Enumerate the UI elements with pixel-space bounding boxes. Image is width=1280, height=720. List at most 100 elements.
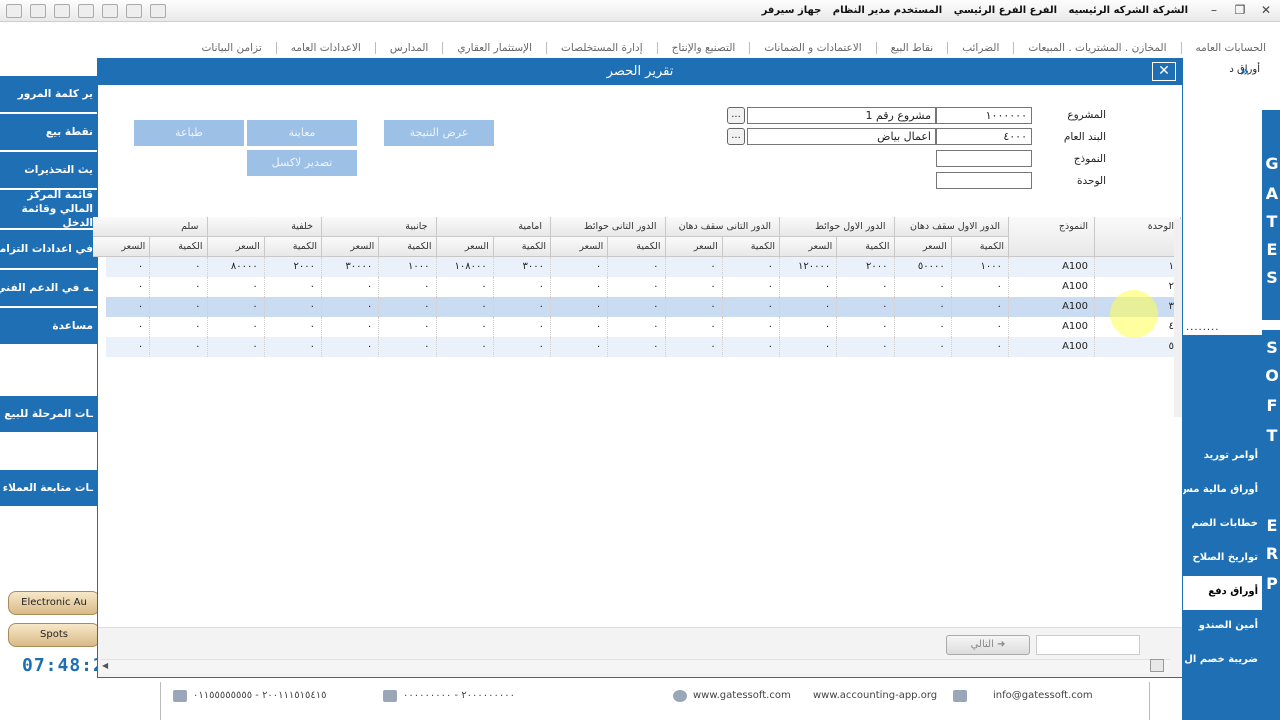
toolbar-icon[interactable] <box>126 4 142 18</box>
spots-button[interactable]: Spots <box>8 623 100 647</box>
cell-value[interactable]: ٠ <box>93 317 151 337</box>
cell-value[interactable]: ٠ <box>150 317 208 337</box>
grid-header-qty[interactable]: الكمية <box>493 237 551 257</box>
cell-value[interactable]: ٣٠٠٠ <box>494 257 551 277</box>
menu-item[interactable]: الاعتمادات و الضمانات <box>749 42 875 54</box>
cell-value[interactable]: ٠ <box>723 317 780 337</box>
cell-value[interactable]: ٠ <box>952 317 1009 337</box>
export-excel-button[interactable]: تصدير لاكسل <box>247 150 357 176</box>
double-chevron-icon[interactable]: » <box>1240 64 1249 80</box>
footer-email[interactable]: info@gatessoft.com <box>993 690 1093 701</box>
cell-value[interactable]: ٠ <box>837 277 895 297</box>
grid-header-qty[interactable]: الكمية <box>837 237 895 257</box>
right-item-payment-papers[interactable]: أوراق دفع <box>1182 576 1262 610</box>
page-field[interactable] <box>1036 635 1140 655</box>
cell-value[interactable]: ٠ <box>379 277 437 297</box>
cell-value[interactable]: ٠ <box>837 297 895 317</box>
sidebar-item-sync-settings[interactable]: في اعدادات التزامن <box>0 230 97 270</box>
cell-model[interactable]: A100 <box>1009 337 1095 357</box>
cell-value[interactable]: ٠ <box>437 277 494 297</box>
cell-value[interactable]: ٠ <box>208 337 265 357</box>
grid-header-unit[interactable]: الوحدة <box>1095 217 1181 257</box>
cell-value[interactable]: ٠ <box>666 297 723 317</box>
right-item-securities[interactable]: أوراق مالية مس <box>1182 474 1262 508</box>
grid-header-group[interactable]: الدور التانى حوائط <box>551 217 666 237</box>
cell-value[interactable]: ٠ <box>837 337 895 357</box>
sidebar-item-support[interactable]: ـه في الدعم الفني <box>0 270 97 308</box>
cell-value[interactable]: ٠ <box>608 297 666 317</box>
cell-value[interactable]: ٠ <box>265 297 322 317</box>
minimize-icon[interactable]: – <box>1204 2 1224 18</box>
restore-icon[interactable]: ❐ <box>1230 2 1250 18</box>
cell-value[interactable]: ٠ <box>93 297 151 317</box>
toolbar-icon[interactable] <box>78 4 94 18</box>
grid-header-price[interactable]: السعر <box>207 237 265 257</box>
cell-value[interactable]: ٠ <box>379 317 437 337</box>
menu-item[interactable]: المدارس <box>374 42 443 54</box>
toolbar-icon[interactable] <box>102 4 118 18</box>
cell-value[interactable]: ٠ <box>780 337 838 357</box>
cell-value[interactable]: ٠ <box>322 337 380 357</box>
cell-value[interactable]: ٠ <box>322 297 380 317</box>
cell-value[interactable]: ٠ <box>93 257 151 277</box>
sidebar-item-sales-stage[interactable]: ـات المرحلة للبيع <box>0 396 97 434</box>
menu-item[interactable]: التصنيع والإنتاج <box>656 42 750 54</box>
cell-value[interactable]: ٠ <box>723 297 780 317</box>
sidebar-item-alerts[interactable]: يث التحذيرات <box>0 152 97 190</box>
cell-value[interactable]: ٠ <box>265 337 322 357</box>
sidebar-item-financial-statements[interactable]: قائمة المركز المالي وقائمة الدخل <box>0 190 97 230</box>
project-name-field[interactable]: مشروع رقم 1 <box>747 107 936 124</box>
menu-item[interactable]: الإستثمار العقاري <box>442 42 546 54</box>
cell-value[interactable]: ٠ <box>952 337 1009 357</box>
footer-website-2[interactable]: www.accounting-app.org <box>813 690 937 701</box>
cell-value[interactable]: ٠ <box>494 317 551 337</box>
right-item-expiry-dates[interactable]: تواريخ الصلاح <box>1182 542 1262 576</box>
cell-value[interactable]: ٠ <box>723 337 780 357</box>
grid-header-qty[interactable]: الكمية <box>722 237 780 257</box>
grid-header-model[interactable]: النموذج <box>1009 217 1095 257</box>
cell-value[interactable]: ٠ <box>608 337 666 357</box>
cell-value[interactable]: ٠ <box>608 317 666 337</box>
sidebar-item-help[interactable]: مساعدة <box>0 308 97 346</box>
cell-model[interactable]: A100 <box>1009 277 1095 297</box>
menu-item[interactable]: تزامن البيانات <box>188 42 276 54</box>
menu-item[interactable]: الحسابات العامه <box>1180 42 1280 54</box>
cell-value[interactable]: ٣٠٠٠٠ <box>322 257 380 277</box>
close-icon[interactable]: ✕ <box>1256 2 1276 18</box>
horizontal-scrollbar[interactable]: ◀ <box>100 659 1170 673</box>
cell-value[interactable]: ٠ <box>494 277 551 297</box>
cell-value[interactable]: ٠ <box>494 297 551 317</box>
cell-value[interactable]: ٠ <box>723 277 780 297</box>
resize-grip[interactable] <box>1150 659 1164 672</box>
cell-value[interactable]: ٠ <box>265 277 322 297</box>
cell-unit[interactable]: ١ <box>1095 257 1181 277</box>
cell-value[interactable]: ٠ <box>666 257 723 277</box>
scroll-left-icon[interactable]: ◀ <box>102 661 108 670</box>
cell-value[interactable]: ٠ <box>208 297 265 317</box>
grid-header-price[interactable]: السعر <box>894 237 952 257</box>
cell-value[interactable]: ٠ <box>837 317 895 337</box>
cell-value[interactable]: ٠ <box>551 337 609 357</box>
cell-value[interactable]: ٠ <box>150 297 208 317</box>
grid-header-qty[interactable]: الكمية <box>951 237 1009 257</box>
menu-item[interactable]: الاعدادات العامه <box>275 42 375 54</box>
cell-value[interactable]: ٠ <box>551 277 609 297</box>
cell-value[interactable]: ٠ <box>895 337 952 357</box>
grid-header-group[interactable]: جانبية <box>322 217 437 237</box>
cell-value[interactable]: ٠ <box>952 277 1009 297</box>
cell-value[interactable]: ٠ <box>208 277 265 297</box>
toolbar-icon[interactable] <box>150 4 166 18</box>
cell-value[interactable]: ٠ <box>780 277 838 297</box>
cell-value[interactable]: ٠ <box>322 317 380 337</box>
toolbar-icon[interactable] <box>30 4 46 18</box>
project-code-field[interactable]: ١٠٠٠٠٠٠ <box>936 107 1032 124</box>
cell-value[interactable]: ٠ <box>322 277 380 297</box>
menu-item[interactable]: إدارة المستخلصات <box>546 42 657 54</box>
cell-value[interactable]: ٥٠٠٠٠ <box>895 257 952 277</box>
grid-header-group[interactable]: الدور التانى سقف دهان <box>665 217 780 237</box>
cell-model[interactable]: A100 <box>1009 257 1095 277</box>
right-item-cashier[interactable]: أمين الصندو <box>1182 610 1262 644</box>
grid-header-qty[interactable]: الكمية <box>150 237 208 257</box>
grid-header-qty[interactable]: الكمية <box>608 237 666 257</box>
cell-value[interactable]: ٠ <box>150 337 208 357</box>
